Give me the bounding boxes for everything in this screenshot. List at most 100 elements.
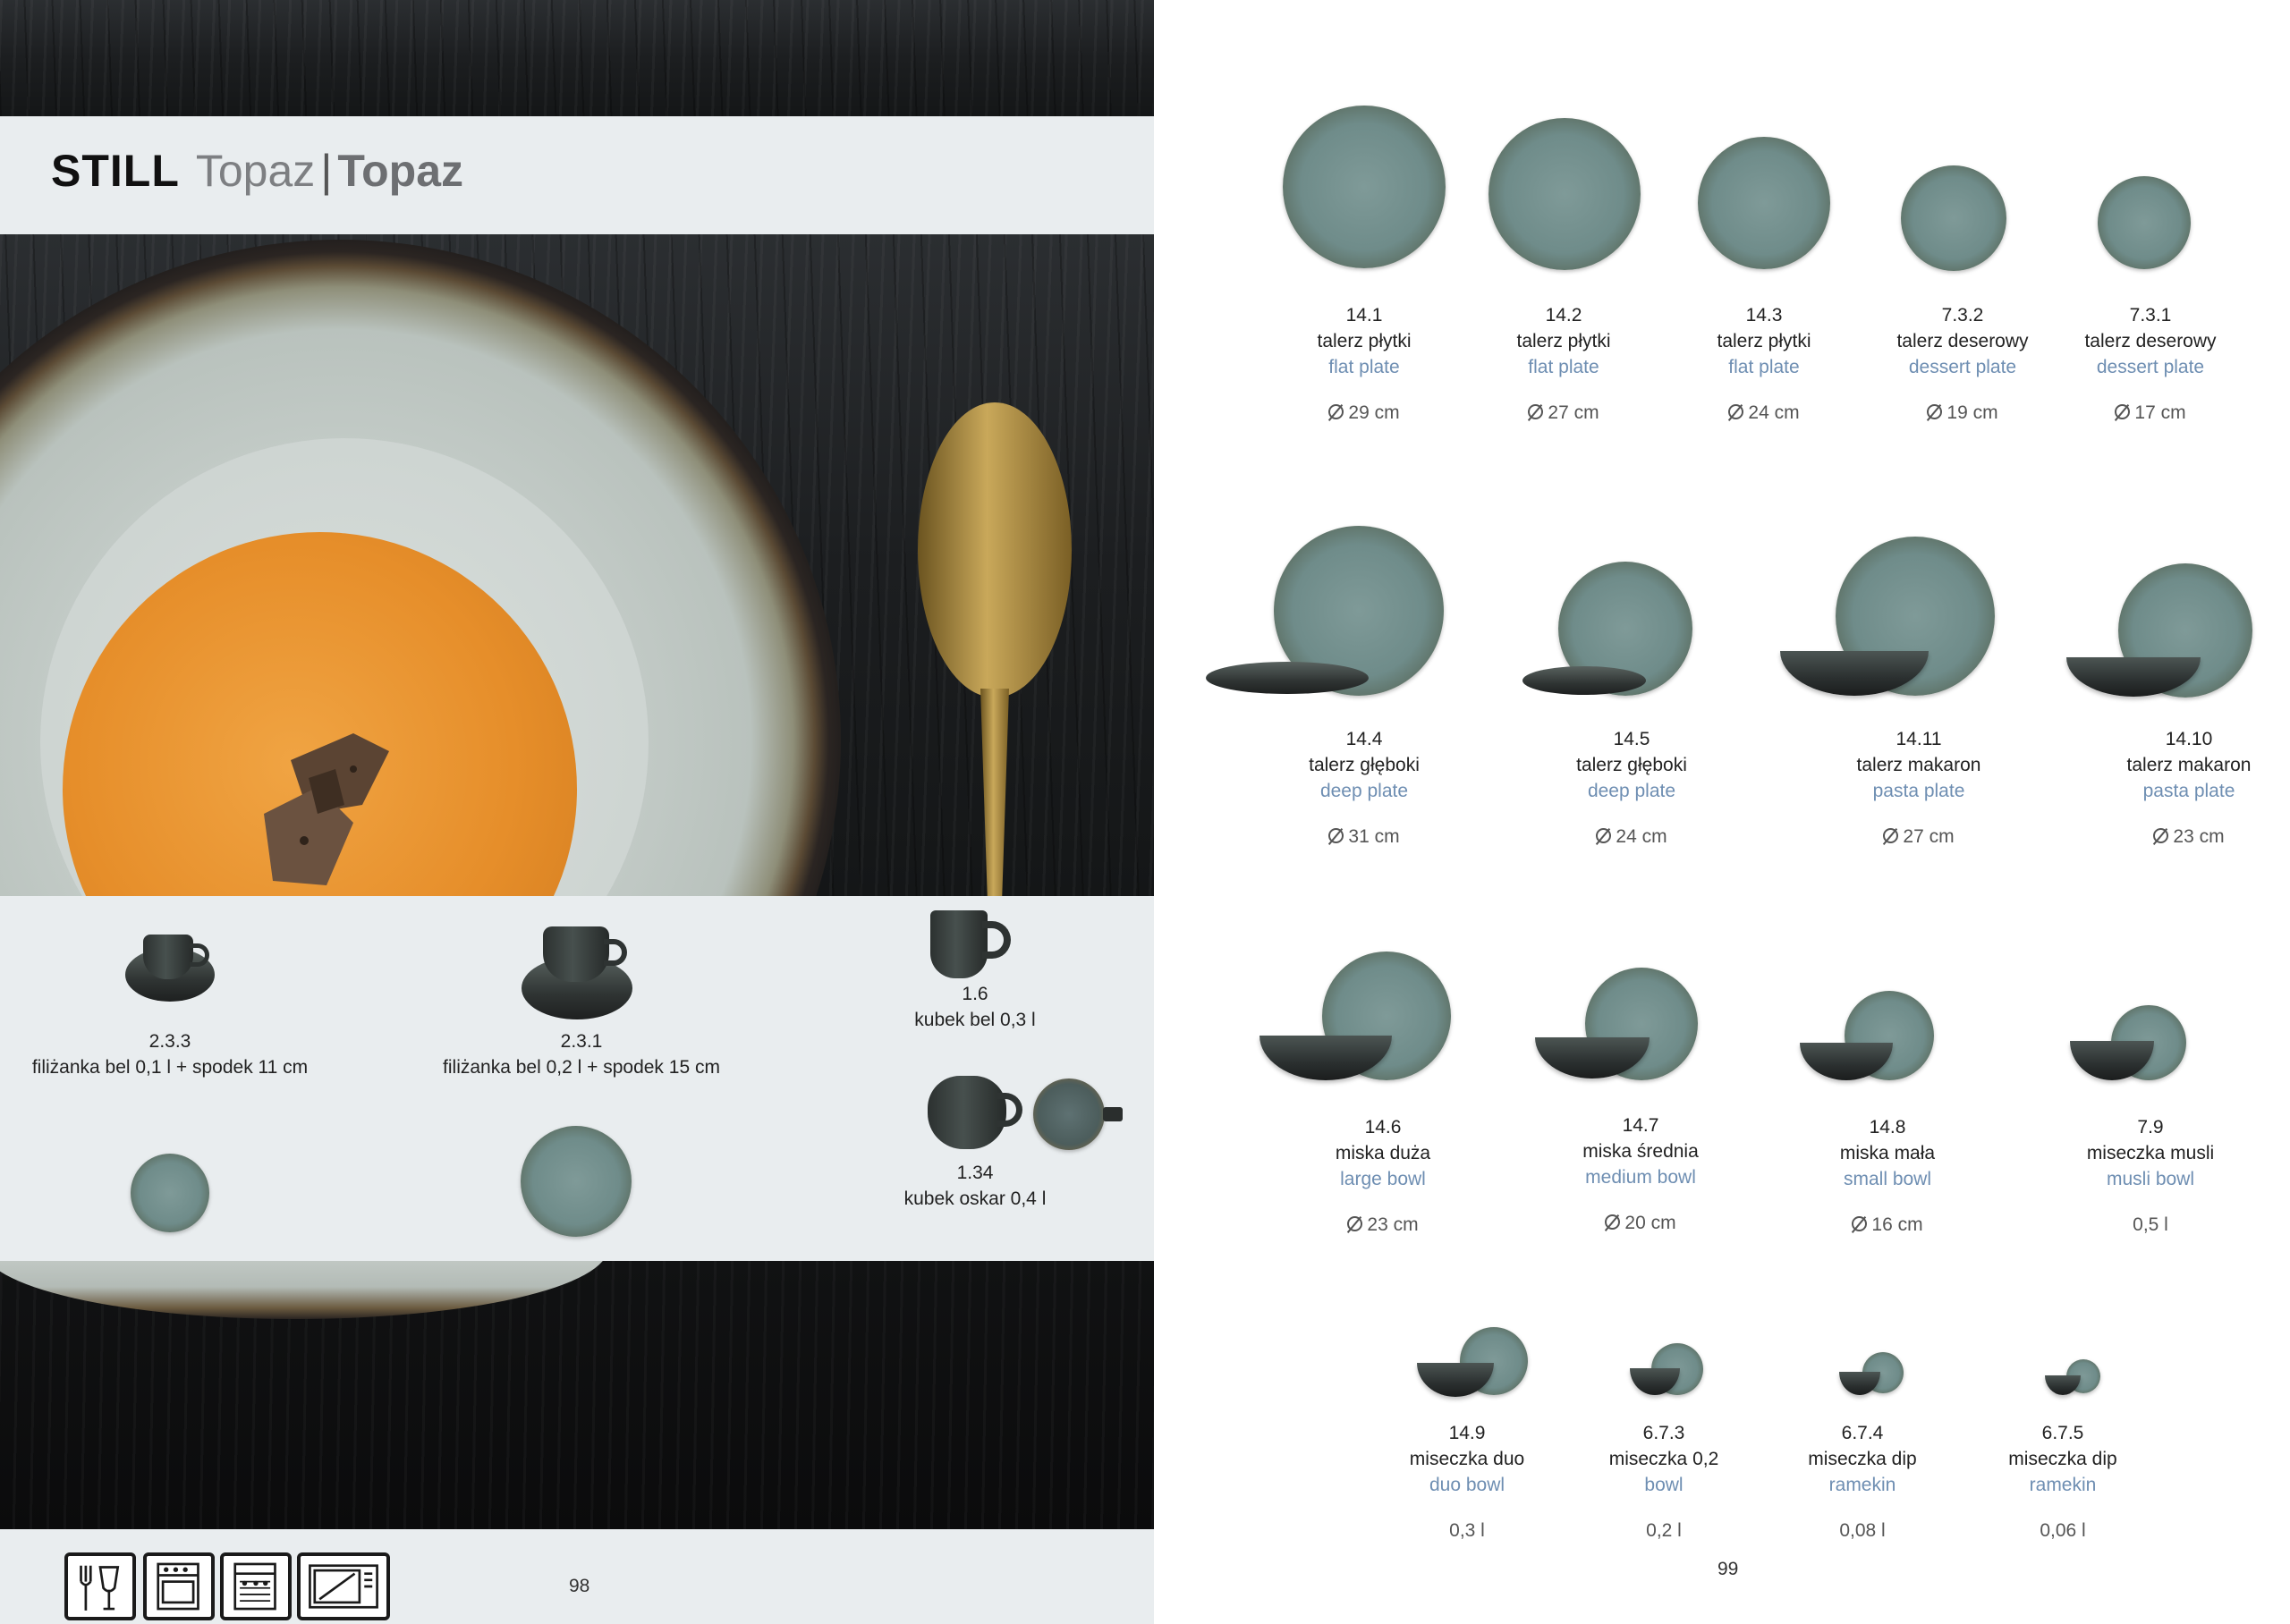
product-name-pl: talerz makaron xyxy=(1856,755,1981,775)
product-name-en: ramekin xyxy=(1828,1475,1896,1495)
product-6-7-5: 6.7.5 miseczka dip ramekin 0,06 l xyxy=(1982,1420,2143,1544)
product-name-pl: miseczka 0,2 xyxy=(1608,1449,1719,1469)
product-7-3-2: 7.3.2 talerz deserowy dessert plate 19 c… xyxy=(1873,302,2052,426)
saucer-11-image xyxy=(131,1154,209,1232)
product-size: 0,06 l xyxy=(2040,1520,2086,1541)
product-size: 27 cm xyxy=(1903,826,1955,847)
page-number-left: 98 xyxy=(569,1576,590,1596)
product-2-3-3: 2.3.3 filiżanka bel 0,1 l + spodek 11 cm xyxy=(0,1028,340,1080)
product-name-pl: talerz głęboki xyxy=(1309,755,1420,775)
product-name-en: flat plate xyxy=(1728,357,1800,377)
product-name-en: pasta plate xyxy=(1872,781,1965,801)
diameter-icon xyxy=(1605,1214,1621,1230)
product-code: 14.4 xyxy=(1345,729,1383,749)
product-name: filiżanka bel 0,2 l + spodek 15 cm xyxy=(443,1057,720,1078)
diameter-icon xyxy=(1927,404,1943,419)
product-code: 6.7.5 xyxy=(2041,1423,2084,1443)
page-title: STILL Topaz | Topaz xyxy=(51,145,463,197)
product-name-en: small bowl xyxy=(1843,1169,1932,1189)
plate-7-3-2-image xyxy=(1901,165,2006,271)
plate-14-2-image xyxy=(1488,118,1641,270)
page-number-right: 99 xyxy=(1718,1559,1739,1579)
product-code: 14.9 xyxy=(1448,1423,1486,1443)
product-name-pl: miseczka musli xyxy=(2086,1143,2215,1163)
diameter-icon xyxy=(1347,1216,1363,1231)
product-code: 2.3.1 xyxy=(560,1031,603,1052)
product-size: 20 cm xyxy=(1624,1213,1676,1233)
product-name-pl: talerz deserowy xyxy=(2084,331,2217,351)
microwave-icon xyxy=(297,1552,390,1620)
diameter-icon xyxy=(1728,404,1744,419)
product-code: 14.2 xyxy=(1545,305,1582,326)
product-14-6: 14.6 miska duża large bowl 23 cm xyxy=(1302,1114,1463,1238)
saucer-15-image xyxy=(521,1126,632,1237)
product-code: 7.9 xyxy=(2137,1117,2164,1138)
product-6-7-3: 6.7.3 miseczka 0,2 bowl 0,2 l xyxy=(1583,1420,1744,1544)
product-size: 0,2 l xyxy=(1646,1520,1682,1541)
product-size: 31 cm xyxy=(1348,826,1400,847)
product-name-en: dessert plate xyxy=(2096,357,2205,377)
product-14-2: 14.2 talerz płytki flat plate 27 cm xyxy=(1483,302,1644,426)
product-code: 14.11 xyxy=(1896,729,1942,749)
croutons-image xyxy=(264,733,389,885)
product-code: 14.6 xyxy=(1364,1117,1402,1138)
product-name-pl: miseczka dip xyxy=(1808,1449,1917,1469)
product-size: 27 cm xyxy=(1548,402,1599,423)
product-name-en: deep plate xyxy=(1587,781,1676,801)
product-name-en: ramekin xyxy=(2029,1475,2097,1495)
diameter-icon xyxy=(1883,828,1899,843)
product-code: 14.5 xyxy=(1613,729,1650,749)
left-page: STILL Topaz | Topaz 2.3.3 filiżanka bel 0,1… xyxy=(0,0,1154,1624)
product-name-pl: miska średnia xyxy=(1582,1141,1699,1162)
product-size: 0,08 l xyxy=(1839,1520,1886,1541)
product-name-en: musli bowl xyxy=(2106,1169,2195,1189)
product-code: 1.34 xyxy=(956,1163,994,1183)
product-name-en: flat plate xyxy=(1528,357,1599,377)
product-code: 14.8 xyxy=(1869,1117,1906,1138)
product-name-pl: talerz płytki xyxy=(1516,331,1611,351)
series-name-en: Topaz xyxy=(337,146,464,196)
product-code: 14.1 xyxy=(1345,305,1383,326)
brand-name: STILL xyxy=(51,146,180,196)
product-size: 16 cm xyxy=(1871,1214,1923,1235)
product-name-en: flat plate xyxy=(1328,357,1400,377)
product-name-pl: miska mała xyxy=(1839,1143,1936,1163)
product-name-en: dessert plate xyxy=(1908,357,2017,377)
product-size: 17 cm xyxy=(2134,402,2186,423)
product-name-en: duo bowl xyxy=(1429,1475,1505,1495)
diameter-icon xyxy=(1852,1216,1868,1231)
product-code: 6.7.3 xyxy=(1642,1423,1685,1443)
product-code: 14.10 xyxy=(2165,729,2213,749)
product-7-9: 7.9 miseczka musli musli bowl 0,5 l xyxy=(2061,1114,2240,1238)
product-name-pl: miska duża xyxy=(1335,1143,1431,1163)
product-name-en: bowl xyxy=(1644,1475,1684,1495)
product-name-en: deep plate xyxy=(1319,781,1409,801)
product-14-9: 14.9 miseczka duo duo bowl 0,3 l xyxy=(1387,1420,1548,1544)
wood-background-top xyxy=(0,0,1154,116)
product-size: 29 cm xyxy=(1348,402,1400,423)
product-name-pl: miseczka duo xyxy=(1409,1449,1525,1469)
diameter-icon xyxy=(1596,828,1612,843)
product-name-en: large bowl xyxy=(1340,1169,1426,1189)
product-1-34: 1.34 kubek oskar 0,4 l xyxy=(859,1160,1091,1212)
product-14-7: 14.7 miska średnia medium bowl 20 cm xyxy=(1560,1112,1721,1236)
product-code: 7.3.2 xyxy=(1941,305,1984,326)
product-name-en: medium bowl xyxy=(1585,1167,1696,1188)
product-code: 7.3.1 xyxy=(2129,305,2172,326)
product-size: 23 cm xyxy=(2173,826,2225,847)
product-size: 0,3 l xyxy=(1449,1520,1485,1541)
product-name-pl: talerz głęboki xyxy=(1576,755,1687,775)
product-name-pl: talerz deserowy xyxy=(1896,331,2029,351)
product-14-1: 14.1 talerz płytki flat plate 29 cm xyxy=(1284,302,1445,426)
product-name: kubek bel 0,3 l xyxy=(914,1010,1036,1030)
product-name-en: pasta plate xyxy=(2142,781,2235,801)
product-name: kubek oskar 0,4 l xyxy=(903,1188,1047,1209)
product-7-3-1: 7.3.1 talerz deserowy dessert plate 17 c… xyxy=(2061,302,2240,426)
product-2-3-1: 2.3.1 filiżanka bel 0,2 l + spodek 15 cm xyxy=(394,1028,769,1080)
product-14-11: 14.11 talerz makaron pasta plate 27 cm xyxy=(1834,726,2004,850)
product-size: 0,5 l xyxy=(2133,1214,2168,1235)
diameter-icon xyxy=(1528,404,1544,419)
product-14-3: 14.3 talerz płytki flat plate 24 cm xyxy=(1684,302,1845,426)
product-name-pl: talerz płytki xyxy=(1317,331,1412,351)
product-code: 1.6 xyxy=(962,984,988,1004)
